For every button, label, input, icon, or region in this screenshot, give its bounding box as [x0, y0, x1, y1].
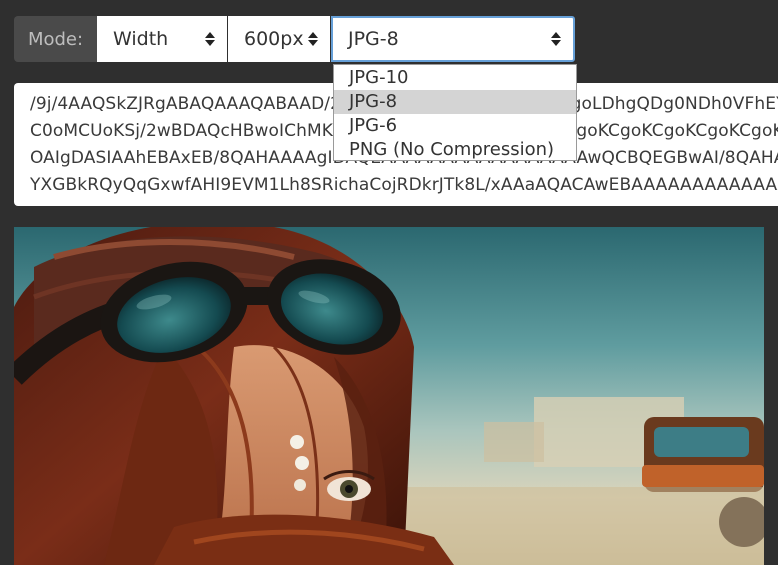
- format-option-jpg8[interactable]: JPG-8: [334, 90, 576, 114]
- size-value: 600px: [244, 28, 304, 50]
- format-option-jpg6[interactable]: JPG-6: [334, 114, 576, 138]
- format-value: JPG-8: [348, 28, 399, 50]
- width-mode-select[interactable]: Width: [97, 16, 228, 62]
- select-arrows-icon: [551, 32, 561, 46]
- format-option-png[interactable]: PNG (No Compression): [334, 138, 576, 162]
- preview-image: [14, 227, 764, 565]
- format-select[interactable]: JPG-8: [331, 16, 575, 62]
- base64-line: YXGBkRQyQqGxwfAHI9EVM1Lh8SRichaCojRDkrJT…: [30, 175, 778, 195]
- format-option-jpg10[interactable]: JPG-10: [334, 66, 576, 90]
- mode-label: Mode:: [14, 16, 97, 62]
- format-dropdown-list: JPG-10 JPG-8 JPG-6 PNG (No Compression): [333, 64, 577, 161]
- width-mode-value: Width: [113, 28, 169, 50]
- mode-toolbar: Mode: Width 600px JPG-8: [14, 16, 575, 62]
- select-arrows-icon: [205, 32, 215, 46]
- size-select[interactable]: 600px: [228, 16, 331, 62]
- select-arrows-icon: [308, 32, 318, 46]
